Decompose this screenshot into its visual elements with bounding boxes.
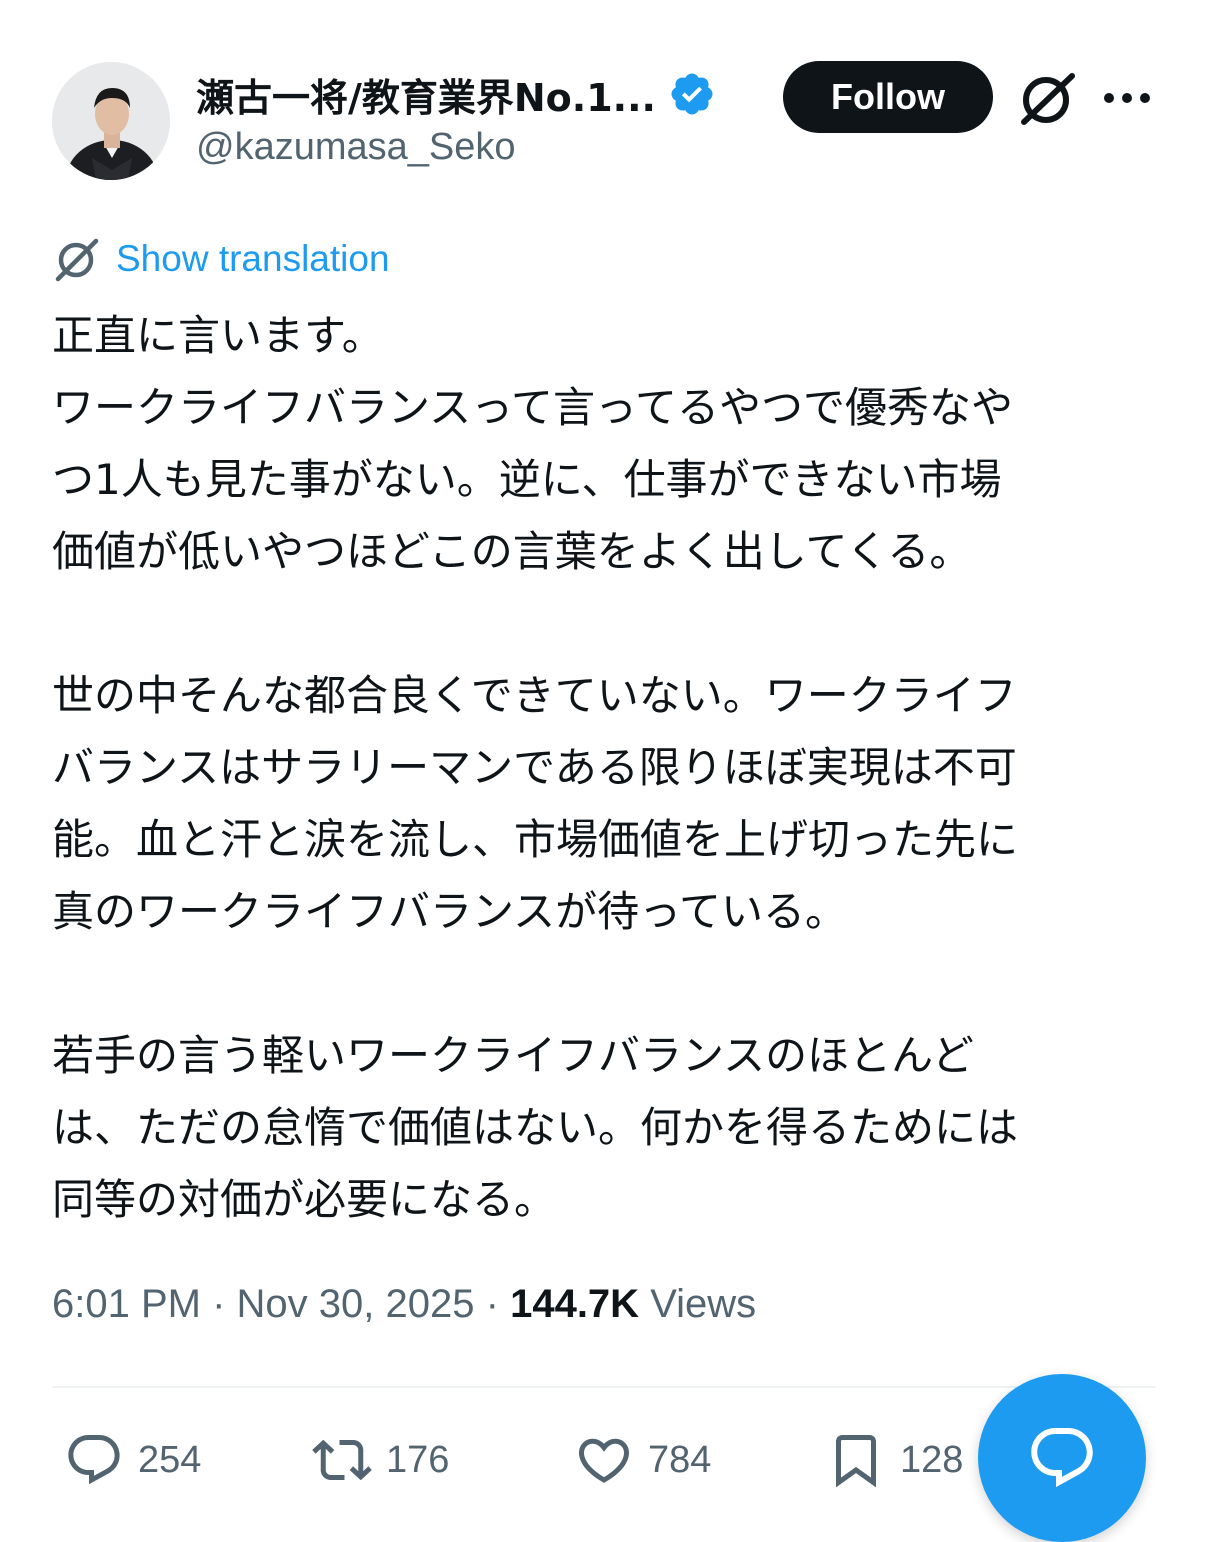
- reply-button[interactable]: 254: [64, 1428, 201, 1492]
- avatar[interactable]: [52, 62, 170, 180]
- bookmark-button[interactable]: 128: [826, 1428, 963, 1492]
- grok-icon[interactable]: [1014, 70, 1080, 128]
- tweet-line: 同等の対価が必要になる。: [52, 1175, 557, 1224]
- tweet-time[interactable]: 6:01 PM: [52, 1282, 201, 1326]
- repost-button[interactable]: 176: [312, 1428, 449, 1492]
- meta-separator: ·: [212, 1282, 226, 1326]
- tweet-line: 世の中そんな都合良くできていない。ワークライフ: [52, 671, 1017, 720]
- avatar-image: [52, 62, 170, 180]
- tweet-line: ワークライフバランスって言ってるやつで優秀なや: [52, 383, 1013, 432]
- like-button[interactable]: 784: [574, 1428, 711, 1492]
- reply-icon: [68, 1435, 120, 1485]
- display-name[interactable]: 瀬古一将/教育業界No.1...: [196, 67, 656, 122]
- views-count: 144.7K: [510, 1282, 640, 1326]
- heart-icon: [578, 1438, 630, 1483]
- tweet-line: 真のワークライフバランスが待っている。: [52, 887, 848, 936]
- tweet-paragraph: 正直に言います。 ワークライフバランスって言ってるやつで優秀なや つ1人も見た事…: [52, 300, 1162, 588]
- tweet-meta: 6:01 PM · Nov 30, 2025 · 144.7K Views: [52, 1282, 756, 1327]
- verified-badge-icon: [671, 73, 713, 115]
- tweet-line: は、ただの怠惰で価値はない。何かを得るためには: [52, 1103, 1019, 1152]
- tweet-paragraph: 若手の言う軽いワークライフバランスのほとんど は、ただの怠惰で価値はない。何かを…: [52, 1020, 1162, 1236]
- reply-count: 254: [138, 1438, 202, 1481]
- like-count: 784: [648, 1438, 712, 1481]
- views-label: Views: [650, 1282, 757, 1326]
- tweet-line: 能。血と汗と涙を流し、市場価値を上げ切った先に: [52, 815, 1019, 864]
- bookmark-icon: [836, 1435, 876, 1488]
- more-icon[interactable]: [1102, 86, 1152, 110]
- author-name-row: 瀬古一将/教育業界No.1...: [196, 66, 716, 122]
- tweet-line: 若手の言う軽いワークライフバランスのほとんど: [52, 1031, 974, 1080]
- show-translation-link[interactable]: Show translation: [52, 234, 390, 284]
- compose-reply-fab[interactable]: [978, 1374, 1146, 1542]
- tweet-date[interactable]: Nov 30, 2025: [237, 1282, 475, 1326]
- author-handle[interactable]: @kazumasa_Seko: [196, 126, 516, 169]
- follow-button[interactable]: Follow: [783, 61, 993, 133]
- tweet-paragraph: 世の中そんな都合良くできていない。ワークライフ バランスはサラリーマンである限り…: [52, 660, 1162, 948]
- tweet-line: バランスはサラリーマンである限りほぼ実現は不可: [52, 743, 1017, 792]
- repost-icon: [312, 1439, 372, 1481]
- repost-count: 176: [386, 1438, 450, 1481]
- show-translation-label: Show translation: [116, 238, 390, 279]
- bookmark-count: 128: [900, 1438, 964, 1481]
- tweet-line: 価値が低いやつほどこの言葉をよく出してくる。: [52, 527, 972, 576]
- tweet-text: 正直に言います。 ワークライフバランスって言ってるやつで優秀なや つ1人も見た事…: [52, 300, 1162, 1236]
- meta-separator: ·: [485, 1282, 499, 1326]
- divider: [52, 1386, 1156, 1388]
- tweet-line: 正直に言います。: [52, 311, 384, 360]
- reply-bubble-icon: [1031, 1428, 1093, 1488]
- tweet-line: つ1人も見た事がない。逆に、仕事ができない市場: [52, 455, 1002, 504]
- grok-translate-icon: [55, 238, 99, 282]
